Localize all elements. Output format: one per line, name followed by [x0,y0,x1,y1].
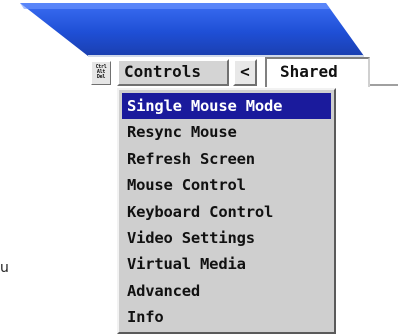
background-partial-text: u [0,260,9,276]
shared-mode-button[interactable]: Shared [265,57,370,87]
controls-dropdown-menu: Single Mouse Mode Resync Mouse Refresh S… [117,88,336,334]
back-button[interactable]: < [233,59,257,86]
menu-item-mouse-control[interactable]: Mouse Control [122,172,331,198]
menu-item-info[interactable]: Info [122,304,331,330]
ctrl-alt-del-button[interactable]: Ctrl Alt Del [91,61,111,85]
menu-item-refresh-screen[interactable]: Refresh Screen [122,146,331,172]
toolbar-divider [370,84,398,86]
window-banner [20,3,364,57]
controls-menu-button[interactable]: Controls [117,59,229,86]
menu-item-video-settings[interactable]: Video Settings [122,225,331,251]
menu-item-virtual-media[interactable]: Virtual Media [122,251,331,277]
menu-item-advanced[interactable]: Advanced [122,278,331,304]
menu-item-keyboard-control[interactable]: Keyboard Control [122,199,331,225]
menu-item-single-mouse-mode[interactable]: Single Mouse Mode [122,93,331,120]
menu-item-resync-mouse[interactable]: Resync Mouse [122,119,331,145]
screen: Ctrl Alt Del Controls < Shared Single Mo… [0,0,398,336]
